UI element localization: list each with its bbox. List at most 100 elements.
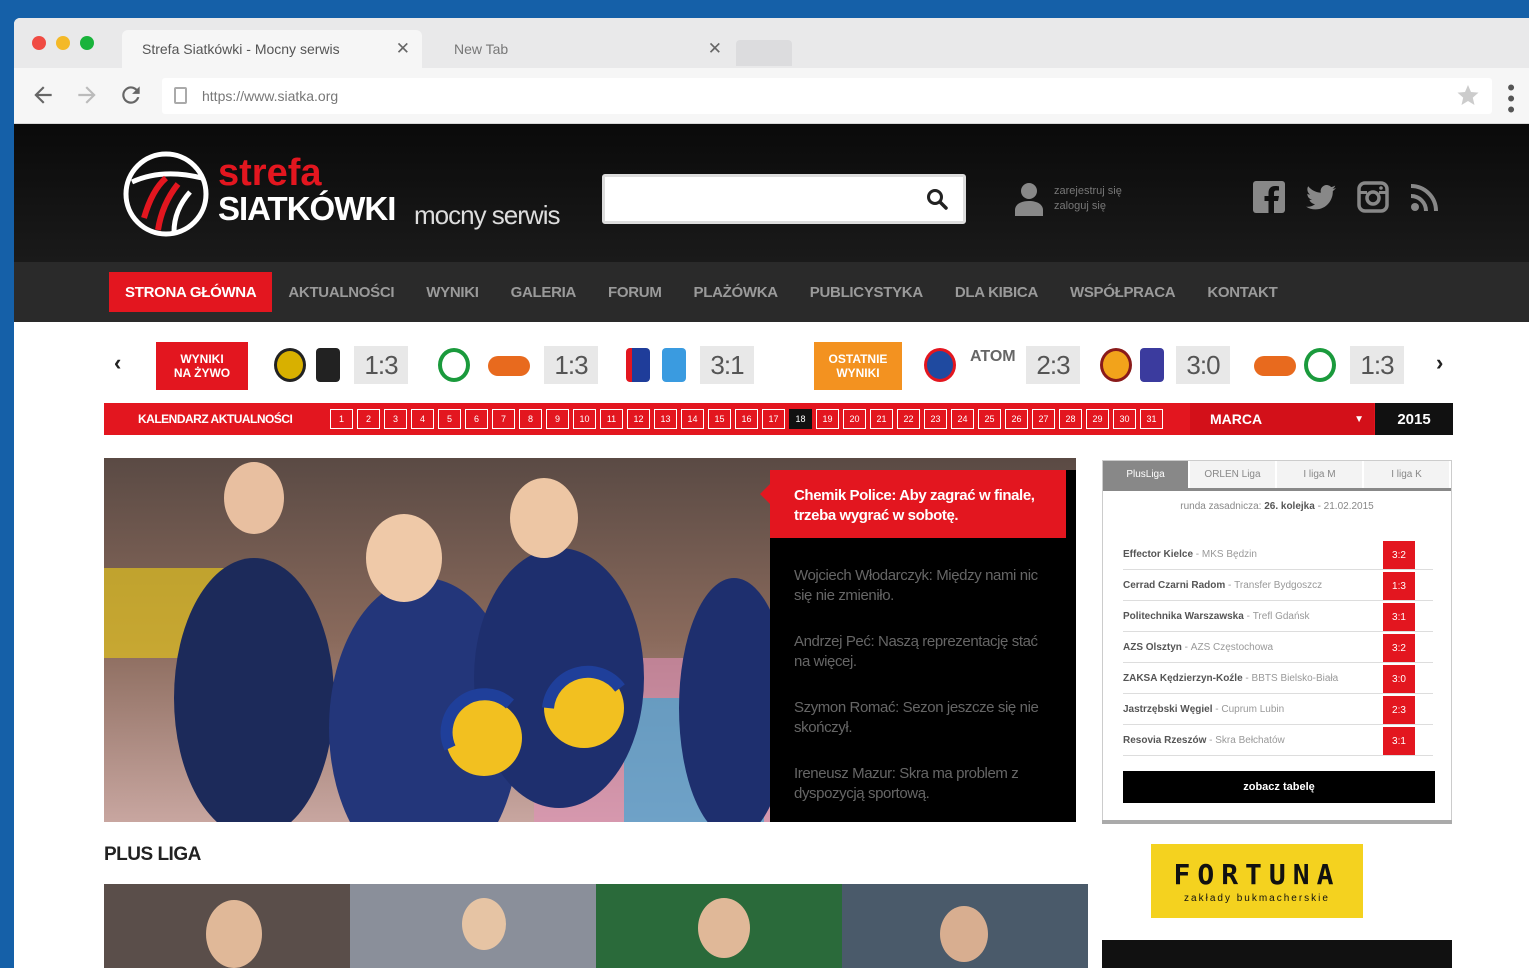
- new-tab-button[interactable]: [736, 40, 792, 66]
- year-value[interactable]: 2015: [1375, 403, 1453, 435]
- live-results-badge[interactable]: WYNIKI NA ŻYWO: [156, 342, 248, 390]
- search-icon[interactable]: [925, 187, 949, 211]
- calendar-day[interactable]: 9: [546, 409, 569, 429]
- tab-orlen-liga[interactable]: ORLEN Liga: [1190, 461, 1275, 488]
- team-crest-icon: [1304, 348, 1336, 382]
- calendar-day[interactable]: 20: [843, 409, 866, 429]
- hero-news-link[interactable]: Andrzej Peć: Naszą reprezentację stać na…: [794, 632, 1054, 672]
- calendar-day[interactable]: 13: [654, 409, 677, 429]
- table-row[interactable]: Cerrad Czarni Radom - Transfer Bydgoszcz…: [1123, 570, 1433, 601]
- live-score[interactable]: 3:1: [700, 346, 754, 384]
- table-row[interactable]: Politechnika Warszawska - Trefl Gdańsk 3:…: [1123, 601, 1433, 632]
- recent-score[interactable]: 1:3: [1350, 346, 1404, 384]
- nav-item-gallery[interactable]: GALERIA: [495, 272, 592, 312]
- table-row[interactable]: Jastrzębski Węgiel - Cuprum Lubin 2:3: [1123, 694, 1433, 725]
- nav-item-contact[interactable]: KONTAKT: [1191, 272, 1293, 312]
- calendar-day[interactable]: 19: [816, 409, 839, 429]
- recent-score[interactable]: 2:3: [1026, 346, 1080, 384]
- table-row[interactable]: Effector Kielce - MKS Będzin 3:2: [1123, 539, 1433, 570]
- calendar-day[interactable]: 26: [1005, 409, 1028, 429]
- register-link[interactable]: zarejestruj się: [1054, 184, 1122, 199]
- facebook-icon[interactable]: [1252, 180, 1286, 214]
- nav-item-results[interactable]: WYNIKI: [410, 272, 494, 312]
- site-search-input[interactable]: [602, 174, 966, 224]
- tab-i-liga-k[interactable]: I liga K: [1364, 461, 1449, 488]
- reload-icon[interactable]: [118, 82, 144, 108]
- table-row[interactable]: Resovia Rzeszów - Skra Bełchatów 3:1: [1123, 725, 1433, 756]
- calendar-day[interactable]: 23: [924, 409, 947, 429]
- calendar-day[interactable]: 17: [762, 409, 785, 429]
- calendar-day[interactable]: 30: [1113, 409, 1136, 429]
- recent-score[interactable]: 3:0: [1176, 346, 1230, 384]
- forward-arrow-icon[interactable]: [74, 82, 100, 108]
- calendar-day[interactable]: 7: [492, 409, 515, 429]
- nav-item-fans[interactable]: DLA KIBICA: [939, 272, 1054, 312]
- browser-tab-active[interactable]: Strefa Siatkówki - Mocny serwis ✕: [122, 30, 422, 68]
- close-window-button[interactable]: [32, 36, 46, 50]
- minimize-window-button[interactable]: [56, 36, 70, 50]
- calendar-day[interactable]: 31: [1140, 409, 1163, 429]
- calendar-day[interactable]: 24: [951, 409, 974, 429]
- table-row[interactable]: ZAKSA Kędzierzyn-Koźle - BBTS Bielsko-Bi…: [1123, 663, 1433, 694]
- calendar-day[interactable]: 11: [600, 409, 623, 429]
- nav-item-forum[interactable]: FORUM: [592, 272, 678, 312]
- hero-news-link[interactable]: Wojciech Włodarczyk: Między nami nic się…: [794, 566, 1054, 606]
- hero-featured-headline[interactable]: Chemik Police: Aby zagrać w finale, trze…: [760, 470, 1066, 538]
- address-bar[interactable]: https://www.siatka.org: [162, 78, 1492, 114]
- plusliga-photo-strip[interactable]: [104, 884, 1088, 968]
- tab-i-liga-m[interactable]: I liga M: [1277, 461, 1362, 488]
- separator: -: [1206, 734, 1216, 746]
- scores-prev-arrow[interactable]: ‹: [114, 350, 121, 376]
- calendar-day[interactable]: 16: [735, 409, 758, 429]
- close-tab-icon[interactable]: ✕: [708, 39, 722, 59]
- bookmark-star-icon[interactable]: [1456, 83, 1480, 107]
- month-select[interactable]: MARCA ▼: [1190, 403, 1374, 435]
- tab-title: New Tab: [454, 41, 509, 57]
- tab-plusliga[interactable]: PlusLiga: [1103, 461, 1188, 488]
- calendar-day[interactable]: 28: [1059, 409, 1082, 429]
- recent-results-badge[interactable]: OSTATNIE WYNIKI: [814, 342, 902, 390]
- calendar-day[interactable]: 2: [357, 409, 380, 429]
- browser-menu-icon[interactable]: • • •: [1507, 77, 1515, 121]
- match-result: 1:3: [1383, 572, 1415, 600]
- browser-tab-new[interactable]: New Tab ✕: [434, 30, 734, 68]
- close-tab-icon[interactable]: ✕: [396, 39, 410, 59]
- nav-item-beach[interactable]: PLAŻÓWKA: [678, 272, 794, 312]
- calendar-day[interactable]: 27: [1032, 409, 1055, 429]
- live-score[interactable]: 1:3: [354, 346, 408, 384]
- twitter-icon[interactable]: [1304, 180, 1338, 214]
- calendar-day[interactable]: 10: [573, 409, 596, 429]
- maximize-window-button[interactable]: [80, 36, 94, 50]
- calendar-day[interactable]: 1: [330, 409, 353, 429]
- hero-news-link[interactable]: Ireneusz Mazur: Skra ma problem z dyspoz…: [794, 764, 1054, 804]
- table-row[interactable]: AZS Olsztyn - AZS Częstochowa 3:2: [1123, 632, 1433, 663]
- calendar-day[interactable]: 6: [465, 409, 488, 429]
- calendar-day[interactable]: 14: [681, 409, 704, 429]
- calendar-day[interactable]: 29: [1086, 409, 1109, 429]
- user-icon[interactable]: [1014, 182, 1044, 216]
- scores-next-arrow[interactable]: ›: [1436, 350, 1443, 376]
- site-logo[interactable]: strefa SIATKÓWKI mocny serwis: [122, 144, 562, 240]
- calendar-day[interactable]: 8: [519, 409, 542, 429]
- see-table-button[interactable]: zobacz tabelę: [1123, 771, 1435, 803]
- calendar-day[interactable]: 4: [411, 409, 434, 429]
- instagram-icon[interactable]: [1356, 180, 1390, 214]
- calendar-day[interactable]: 15: [708, 409, 731, 429]
- nav-item-opinion[interactable]: PUBLICYSTYKA: [794, 272, 939, 312]
- hero-news-link[interactable]: Szymon Romać: Sezon jeszcze się nie skoń…: [794, 698, 1054, 738]
- live-score[interactable]: 1:3: [544, 346, 598, 384]
- calendar-day[interactable]: 18: [789, 409, 812, 429]
- back-arrow-icon[interactable]: [30, 82, 56, 108]
- calendar-day[interactable]: 3: [384, 409, 407, 429]
- rss-icon[interactable]: [1408, 180, 1442, 214]
- calendar-day[interactable]: 12: [627, 409, 650, 429]
- calendar-day[interactable]: 5: [438, 409, 461, 429]
- nav-item-home[interactable]: STRONA GŁÓWNA: [109, 272, 273, 312]
- calendar-day[interactable]: 22: [897, 409, 920, 429]
- nav-item-news[interactable]: AKTUALNOŚCI: [272, 272, 410, 312]
- login-link[interactable]: zaloguj się: [1054, 199, 1122, 214]
- fortuna-ad-banner[interactable]: FORTUNA zakłady bukmacherskie: [1151, 844, 1363, 918]
- calendar-day[interactable]: 21: [870, 409, 893, 429]
- calendar-day[interactable]: 25: [978, 409, 1001, 429]
- nav-item-cooperation[interactable]: WSPÓŁPRACA: [1054, 272, 1191, 312]
